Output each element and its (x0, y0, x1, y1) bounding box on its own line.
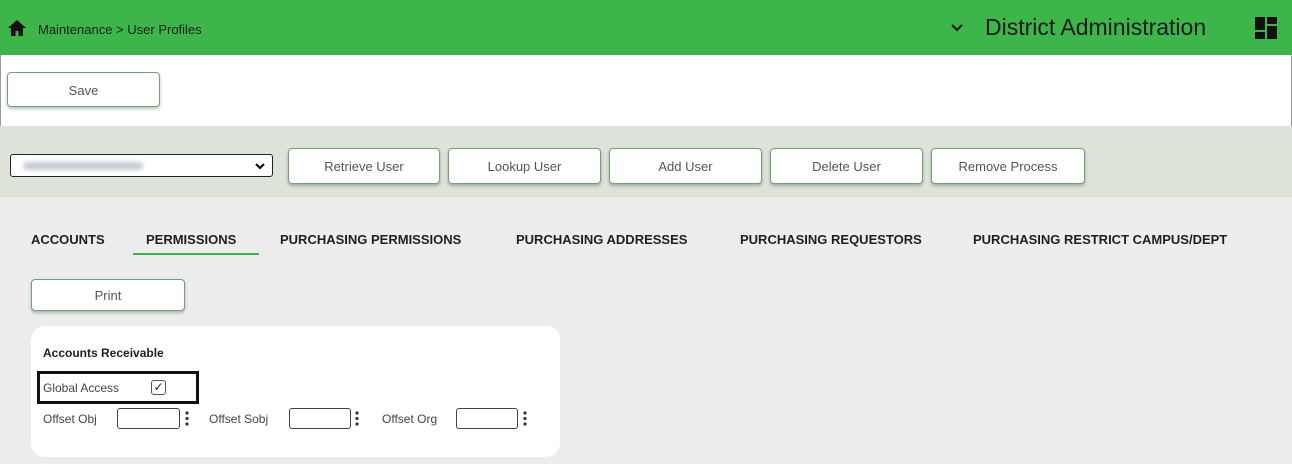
header-bar: Maintenance > User Profiles District Adm… (0, 0, 1292, 55)
active-tab-indicator (133, 253, 259, 255)
app-title[interactable]: District Administration (985, 14, 1206, 41)
print-button[interactable]: Print (31, 279, 185, 311)
tab-purchasing-addresses[interactable]: PURCHASING ADDRESSES (516, 232, 687, 247)
user-select-dropdown[interactable] (10, 154, 273, 177)
tab-purchasing-requestors[interactable]: PURCHASING REQUESTORS (740, 232, 922, 247)
add-user-button[interactable]: Add User (609, 148, 762, 184)
selected-user-value (23, 162, 143, 170)
chevron-down-icon[interactable] (949, 20, 965, 36)
lookup-menu-icon[interactable] (523, 411, 527, 426)
tab-purchasing-permissions[interactable]: PURCHASING PERMISSIONS (280, 232, 461, 247)
offset-obj-label: Offset Obj (43, 412, 97, 426)
offset-org-input[interactable] (456, 408, 518, 429)
save-button[interactable]: Save (7, 72, 160, 107)
tab-permissions[interactable]: PERMISSIONS (146, 232, 236, 247)
lookup-menu-icon[interactable] (355, 411, 359, 426)
lookup-menu-icon[interactable] (185, 411, 189, 426)
section-title: Accounts Receivable (43, 346, 164, 360)
offset-sobj-input[interactable] (289, 408, 351, 429)
remove-process-button[interactable]: Remove Process (931, 148, 1085, 184)
tab-accounts[interactable]: ACCOUNTS (31, 232, 105, 247)
chevron-down-icon (255, 163, 265, 170)
home-icon[interactable] (7, 18, 27, 38)
retrieve-user-button[interactable]: Retrieve User (288, 148, 440, 184)
lookup-user-button[interactable]: Lookup User (448, 148, 601, 184)
offset-sobj-label: Offset Sobj (209, 412, 269, 426)
offset-obj-input[interactable] (117, 408, 180, 429)
dashboard-grid-icon[interactable] (1254, 16, 1278, 40)
global-access-label: Global Access (43, 381, 120, 395)
delete-user-button[interactable]: Delete User (770, 148, 923, 184)
offset-org-label: Offset Org (382, 412, 438, 426)
breadcrumb[interactable]: Maintenance > User Profiles (38, 22, 202, 37)
tab-purchasing-restrict-campus-dept[interactable]: PURCHASING RESTRICT CAMPUS/DEPT (973, 232, 1227, 247)
global-access-checkbox[interactable]: ✓ (151, 380, 166, 395)
